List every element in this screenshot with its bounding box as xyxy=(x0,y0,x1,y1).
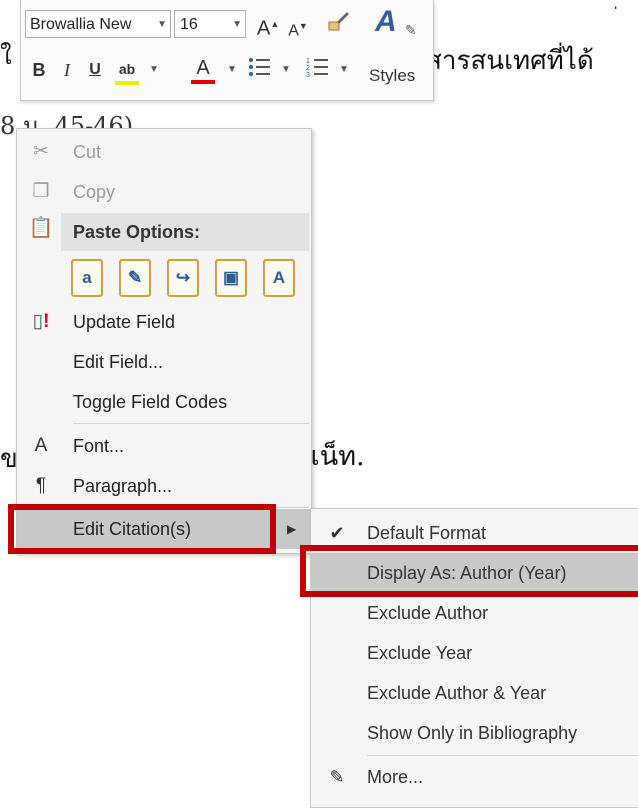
paragraph-icon: ¶ xyxy=(35,475,47,496)
paste-link-icon[interactable]: ↪ xyxy=(167,259,199,297)
grow-font-button[interactable]: A▲ xyxy=(257,10,279,43)
font-icon: A xyxy=(34,435,48,456)
context-menu: ✂ Cut ❐ Copy 📋 Paste Options: a ✎ ↪ ▣ A … xyxy=(16,128,312,554)
menu-separator xyxy=(367,755,638,756)
format-painter-button[interactable] xyxy=(321,8,355,42)
menu-item-font[interactable]: A Font... xyxy=(17,427,311,465)
bullets-button[interactable] xyxy=(245,54,275,88)
numbering-button[interactable]: 1 2 3 xyxy=(303,54,333,88)
shrink-font-icon: A xyxy=(288,22,299,40)
mini-toolbar: Browallia New ▼ 16 ▼ A▲ A▼ A ✎ Styles B … xyxy=(20,0,434,101)
submenu-item-label: Exclude Year xyxy=(367,643,473,663)
menu-item-update-field[interactable]: ▯! Update Field xyxy=(17,303,311,341)
brush-icon: ✎ xyxy=(405,22,417,38)
chevron-down-icon: ▼ xyxy=(157,19,167,30)
clipboard-icon: 📋 xyxy=(28,217,54,239)
chevron-down-icon: ▼ xyxy=(232,19,242,30)
scissors-icon: ✂ xyxy=(33,141,49,162)
font-name-value: Browallia New xyxy=(30,16,132,33)
menu-item-label: Update Field xyxy=(73,312,176,332)
highlight-box-edit-citations xyxy=(8,504,276,554)
submenu-item-show-only-bibliography[interactable]: Show Only in Bibliography xyxy=(311,713,638,753)
chevron-down-icon[interactable]: ▼ xyxy=(339,64,349,75)
menu-item-label: Paragraph... xyxy=(73,476,173,496)
menu-item-label: Paste Options: xyxy=(73,222,201,242)
font-size-dropdown[interactable]: 16 ▼ xyxy=(174,10,246,38)
document-text-line: สารสนเทศที่ได้ xyxy=(426,46,594,76)
menu-item-label: Font... xyxy=(73,436,125,456)
menu-item-label: Edit Field... xyxy=(73,352,164,372)
document-text-fragment: ใ xyxy=(0,42,12,70)
grow-font-icon: A xyxy=(257,17,271,40)
highlight-icon: ab xyxy=(118,61,136,77)
chevron-down-icon[interactable]: ▼ xyxy=(227,64,237,75)
paste-text-only-icon[interactable]: A xyxy=(263,259,295,297)
chevron-down-icon[interactable]: ▼ xyxy=(281,64,291,75)
styles-button[interactable]: A ✎ Styles xyxy=(361,4,431,94)
submenu-item-more[interactable]: ✎ More... xyxy=(311,757,638,797)
submenu-item-exclude-author-year[interactable]: Exclude Author & Year xyxy=(311,673,638,713)
submenu-item-exclude-author[interactable]: Exclude Author xyxy=(311,593,638,633)
submenu-item-label: More... xyxy=(367,767,424,787)
styles-label: Styles xyxy=(369,66,416,85)
styles-icon: A xyxy=(375,5,397,38)
menu-item-copy[interactable]: ❐ Copy xyxy=(17,173,311,211)
submenu-item-label: Exclude Author xyxy=(367,603,489,623)
menu-item-edit-field[interactable]: Edit Field... xyxy=(17,343,311,381)
paste-keep-source-formatting-icon[interactable]: a xyxy=(71,259,103,297)
submenu-item-label: Show Only in Bibliography xyxy=(367,723,578,743)
menu-item-toggle-field-codes[interactable]: Toggle Field Codes xyxy=(17,383,311,421)
bold-button[interactable]: B xyxy=(29,56,49,84)
underline-button[interactable]: U xyxy=(85,56,105,84)
paste-options-row: a ✎ ↪ ▣ A xyxy=(69,253,309,301)
paintbrush-icon xyxy=(328,12,349,31)
font-color-button[interactable]: A xyxy=(189,54,217,84)
chevron-down-icon[interactable]: ▼ xyxy=(149,64,159,75)
svg-text:2: 2 xyxy=(306,65,310,72)
highlight-color-bar xyxy=(115,81,139,85)
menu-item-label: Cut xyxy=(73,142,102,162)
font-size-value: 16 xyxy=(180,16,198,33)
svg-text:1: 1 xyxy=(306,58,310,65)
font-color-bar xyxy=(191,80,215,84)
edit-citation-icon: ✎ xyxy=(329,767,345,787)
font-name-dropdown[interactable]: Browallia New ▼ xyxy=(25,10,171,38)
shrink-font-button[interactable]: A▼ xyxy=(287,12,309,45)
paste-options-header: Paste Options: xyxy=(61,213,309,251)
numbered-list-icon: 1 2 3 xyxy=(306,58,328,79)
font-color-icon: A xyxy=(196,57,210,79)
copy-icon: ❐ xyxy=(32,181,50,202)
submenu-item-exclude-year[interactable]: Exclude Year xyxy=(311,633,638,673)
menu-item-cut[interactable]: ✂ Cut xyxy=(17,133,311,171)
highlight-box-display-as xyxy=(300,545,638,597)
chevron-right-icon: ▶ xyxy=(287,522,297,536)
svg-text:3: 3 xyxy=(306,72,310,79)
paste-picture-icon[interactable]: ▣ xyxy=(215,259,247,297)
paste-merge-formatting-icon[interactable]: ✎ xyxy=(119,259,151,297)
italic-button[interactable]: I xyxy=(57,56,77,84)
bullet-list-icon xyxy=(249,58,270,76)
submenu-item-label: Exclude Author & Year xyxy=(367,683,547,703)
menu-separator xyxy=(73,423,309,424)
menu-item-label: Copy xyxy=(73,182,116,202)
menu-item-label: Toggle Field Codes xyxy=(73,392,228,412)
menu-item-paragraph[interactable]: ¶ Paragraph... xyxy=(17,467,311,505)
highlight-button[interactable]: ab xyxy=(113,54,141,85)
update-field-icon: ▯! xyxy=(32,311,50,332)
